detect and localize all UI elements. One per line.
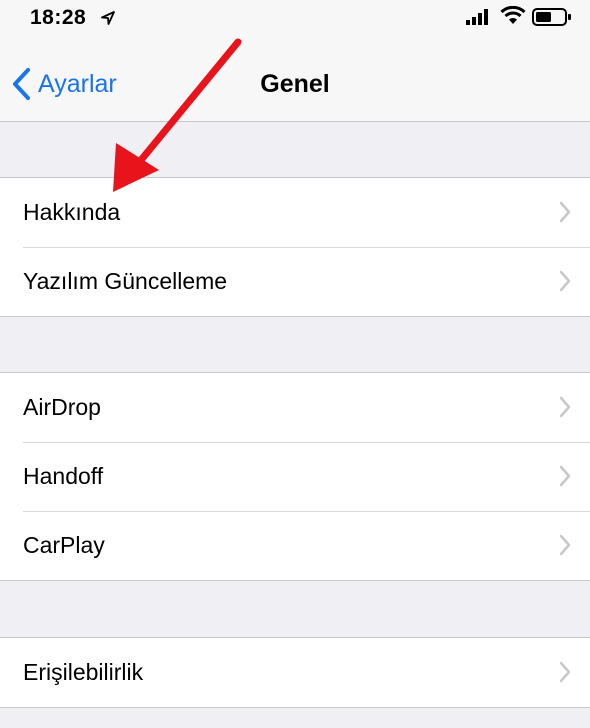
list-item-label: Erişilebilirlik [23,659,144,685]
status-bar: 18:28 [0,0,590,40]
list-item-erisilebilirlik[interactable]: Erişilebilirlik [0,638,590,707]
list-item-handoff[interactable]: Handoff [0,442,590,511]
list-item-hakkinda[interactable]: Hakkında [0,178,590,247]
settings-group-accessibility: Erişilebilirlik [0,637,590,708]
list-item-label: Hakkında [23,199,121,225]
chevron-right-icon [559,465,571,487]
list-item-label: CarPlay [23,532,105,558]
settings-group-continuity: AirDrop Handoff CarPlay [0,372,590,581]
chevron-right-icon [559,270,571,292]
chevron-right-icon [559,534,571,556]
page-title: Genel [260,70,330,98]
status-time: 18:28 [30,6,87,29]
list-item-label: AirDrop [23,394,101,420]
chevron-right-icon [559,396,571,418]
battery-icon [532,8,571,26]
list-item-airdrop[interactable]: AirDrop [0,373,590,442]
signal-icon [466,9,488,25]
list-item-label: Yazılım Güncelleme [23,268,228,294]
list-item-carplay[interactable]: CarPlay [0,511,590,580]
list-item-label: Handoff [23,463,104,489]
location-arrow-icon [101,11,115,25]
settings-group-about: Hakkında Yazılım Güncelleme [0,177,590,317]
chevron-right-icon [559,201,571,223]
list-item-yazilim-guncelleme[interactable]: Yazılım Güncelleme [0,247,590,316]
navigation-bar: Ayarlar Genel [0,40,590,122]
chevron-right-icon [559,661,571,683]
wifi-icon [500,6,526,24]
